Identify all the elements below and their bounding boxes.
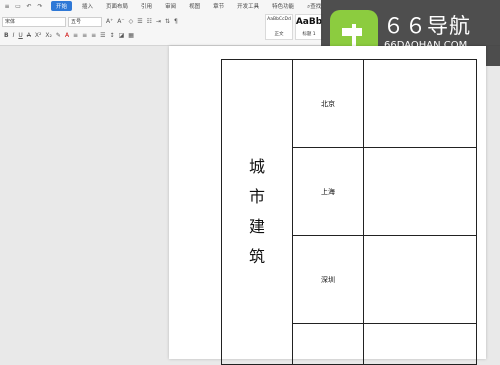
table-label-text: 城 市 建 筑	[248, 157, 265, 266]
table-cell-shanghai[interactable]: 上海	[292, 147, 364, 236]
table-cell-beijing[interactable]: 北京	[292, 59, 364, 148]
align-center-icon[interactable]: ≡	[82, 32, 87, 39]
tab-references[interactable]: 引用	[138, 1, 155, 11]
tab-page-layout[interactable]: 页面布局	[103, 1, 131, 11]
italic-icon[interactable]: I	[13, 32, 15, 39]
font-name-select[interactable]: 宋体	[2, 16, 66, 27]
bold-icon[interactable]: B	[4, 32, 9, 39]
line-spacing-icon[interactable]: ↕	[110, 32, 115, 39]
table-cell-empty[interactable]	[363, 323, 477, 365]
tab-developer[interactable]: 开发工具	[234, 1, 262, 11]
style-preview: AaBbCcDd	[267, 17, 291, 22]
font-toolbar-row: 宋体 五号 A⁺ A⁻ ◇ ☰ ☷ ⇥ ⇅ ¶	[0, 15, 270, 28]
shrink-font-icon[interactable]: A⁻	[117, 18, 124, 25]
format-toolbar-row: B I U A X² X₂ ✎ A ≡ ≡ ≡ ☰ ↕ ◪ ▦	[0, 29, 270, 42]
tab-section[interactable]: 章节	[210, 1, 227, 11]
save-icon[interactable]: ▭	[14, 2, 22, 10]
style-name: 标题 1	[302, 32, 316, 37]
tab-view[interactable]: 视图	[186, 1, 203, 11]
style-heading-1[interactable]: AaBb 标题 1	[295, 14, 323, 40]
table-cell-shenzhen[interactable]: 深圳	[292, 235, 364, 324]
table-label-cell[interactable]: 城 市 建 筑	[221, 59, 293, 365]
style-name: 正文	[274, 32, 284, 37]
tab-insert[interactable]: 插入	[79, 1, 96, 11]
table-cell-empty[interactable]	[363, 147, 477, 236]
search-label: 查找	[310, 3, 322, 10]
document-table[interactable]: 城 市 建 筑 北京 上海 深圳	[221, 59, 477, 365]
tab-features[interactable]: 特色功能	[269, 1, 297, 11]
table-cell-empty[interactable]	[363, 59, 477, 148]
redo-icon[interactable]: ↷	[36, 2, 44, 10]
grow-font-icon[interactable]: A⁺	[106, 18, 113, 25]
tab-home[interactable]: 开始	[51, 1, 73, 11]
justify-icon[interactable]: ☰	[100, 32, 105, 39]
underline-icon[interactable]: U	[18, 32, 22, 39]
align-left-icon[interactable]: ≡	[73, 32, 78, 39]
table-cell-empty[interactable]	[363, 235, 477, 324]
indent-icon[interactable]: ⇥	[156, 18, 161, 25]
clear-format-icon[interactable]: ◇	[129, 18, 134, 25]
menu-icon[interactable]: ≡	[3, 2, 11, 10]
undo-icon[interactable]: ↶	[25, 2, 33, 10]
styles-gallery: AaBbCcDd 正文 AaBb 标题 1	[265, 14, 325, 42]
bullets-icon[interactable]: ☰	[137, 18, 142, 25]
borders-icon[interactable]: ▦	[128, 32, 134, 39]
shading-icon[interactable]: ◪	[119, 32, 125, 39]
highlight-icon[interactable]: ✎	[56, 32, 61, 39]
tab-review[interactable]: 审阅	[162, 1, 179, 11]
ribbon-tabs: ≡ ▭ ↶ ↷ 开始 插入 页面布局 引用 审阅 视图 章节 开发工具 特色功能…	[0, 0, 330, 12]
style-preview: AaBb	[295, 17, 323, 27]
document-page[interactable]: 城 市 建 筑 北京 上海 深圳	[169, 46, 486, 365]
font-color-icon[interactable]: A	[65, 32, 69, 39]
font-size-select[interactable]: 五号	[68, 16, 102, 27]
strikethrough-icon[interactable]: A	[27, 32, 31, 39]
style-normal[interactable]: AaBbCcDd 正文	[265, 14, 293, 40]
subscript-icon[interactable]: X₂	[45, 32, 52, 39]
table-cell-empty[interactable]	[292, 323, 364, 365]
sort-icon[interactable]: ⇅	[165, 18, 170, 25]
show-marks-icon[interactable]: ¶	[174, 18, 178, 25]
numbering-icon[interactable]: ☷	[147, 18, 152, 25]
watermark-title: ６６导航	[383, 14, 471, 38]
align-right-icon[interactable]: ≡	[91, 32, 96, 39]
superscript-icon[interactable]: X²	[35, 32, 42, 39]
